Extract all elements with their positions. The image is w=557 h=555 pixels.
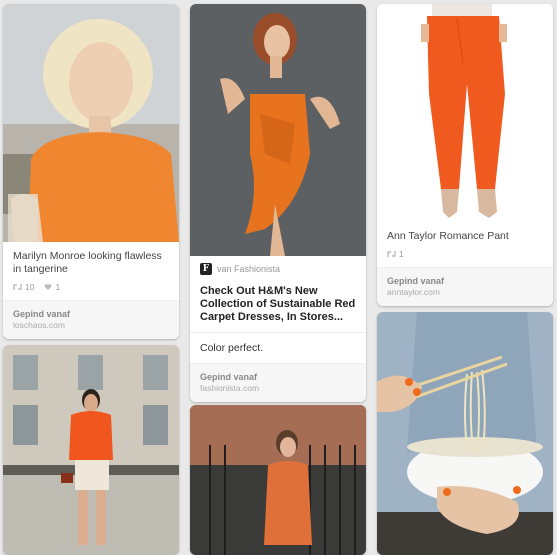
pin-image-marilyn[interactable] bbox=[3, 4, 179, 242]
pin-via[interactable]: F van Fashionista bbox=[190, 256, 366, 281]
source-site-link[interactable]: anntaylor.com bbox=[387, 287, 543, 297]
repin-icon bbox=[387, 251, 396, 257]
source-pinned-from: Gepind vanaf bbox=[387, 276, 445, 286]
source-site-link[interactable]: loschaos.com bbox=[13, 320, 169, 330]
pin-source[interactable]: Gepind vanaf anntaylor.com bbox=[377, 267, 553, 306]
pin-card-marilyn[interactable]: Marilyn Monroe looking flawless in tange… bbox=[3, 4, 179, 339]
pin-image-ann-taylor[interactable] bbox=[377, 4, 553, 222]
heart-icon bbox=[45, 284, 52, 290]
pin-card-noodles[interactable] bbox=[377, 312, 553, 555]
pin-image-street-style[interactable] bbox=[3, 345, 179, 555]
pin-source[interactable]: Gepind vanaf loschaos.com bbox=[3, 300, 179, 339]
pin-description: Marilyn Monroe looking flawless in tange… bbox=[13, 250, 162, 275]
pin-description: Ann Taylor Romance Pant bbox=[387, 230, 509, 242]
pin-image-noodles[interactable] bbox=[377, 312, 553, 555]
repin-count: 1 bbox=[387, 249, 404, 259]
pin-comment: Color perfect. bbox=[200, 342, 264, 354]
repin-count: 10 bbox=[13, 282, 34, 292]
pin-image-olivia[interactable] bbox=[190, 405, 366, 555]
source-pinned-from: Gepind vanaf bbox=[200, 372, 258, 382]
pin-stats: 1 bbox=[377, 247, 553, 267]
pin-card-street-style[interactable] bbox=[3, 345, 179, 555]
source-pinned-from: Gepind vanaf bbox=[13, 309, 71, 319]
repin-icon bbox=[13, 284, 22, 290]
pin-card-hm-dress[interactable]: F van Fashionista Check Out H&M's New Co… bbox=[190, 4, 366, 402]
pin-card-ann-taylor[interactable]: Ann Taylor Romance Pant 1 Gepind vanaf a… bbox=[377, 4, 553, 306]
via-label: van Fashionista bbox=[217, 264, 281, 274]
pin-stats: 10 1 bbox=[3, 280, 179, 300]
like-count: 1 bbox=[44, 282, 60, 292]
pin-title[interactable]: Check Out H&M's New Collection of Sustai… bbox=[190, 281, 366, 332]
pin-image-hm-dress[interactable] bbox=[190, 4, 366, 256]
pin-card-olivia[interactable] bbox=[190, 405, 366, 555]
fashionista-logo-icon: F bbox=[200, 263, 212, 275]
source-site-link[interactable]: fashionista.com bbox=[200, 383, 356, 393]
pin-source[interactable]: Gepind vanaf fashionista.com bbox=[190, 363, 366, 402]
